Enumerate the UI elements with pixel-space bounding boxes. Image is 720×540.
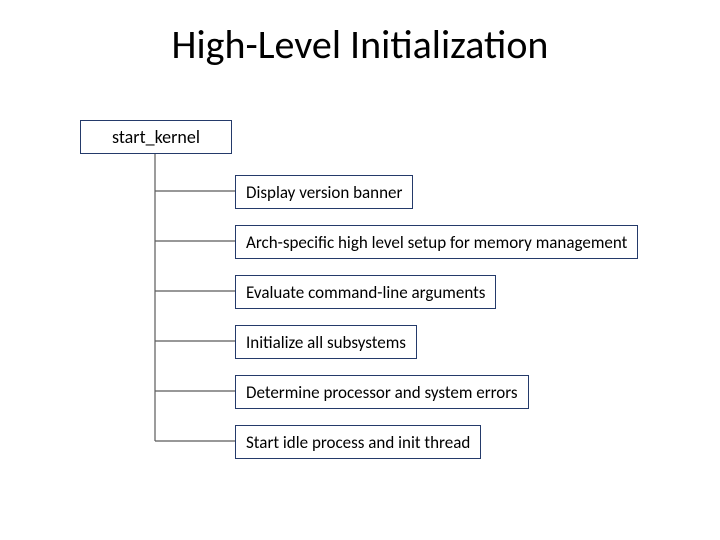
child-node-label: Evaluate command-line arguments	[246, 282, 485, 303]
root-node-label: start_kernel	[112, 126, 200, 148]
child-node-label: Initialize all subsystems	[246, 332, 406, 353]
root-node: start_kernel	[80, 120, 232, 154]
child-node: Arch-specific high level setup for memor…	[235, 225, 638, 259]
child-node: Start idle process and init thread	[235, 425, 481, 459]
child-node: Display version banner	[235, 175, 413, 209]
child-node-label: Start idle process and init thread	[246, 432, 470, 453]
child-node-label: Arch-specific high level setup for memor…	[246, 232, 627, 253]
child-node: Evaluate command-line arguments	[235, 275, 496, 309]
child-node: Initialize all subsystems	[235, 325, 417, 359]
page-title: High-Level Initialization	[0, 20, 720, 69]
child-node: Determine processor and system errors	[235, 375, 529, 409]
connector-lines	[0, 0, 720, 540]
child-node-label: Display version banner	[246, 182, 402, 203]
child-node-label: Determine processor and system errors	[246, 382, 518, 403]
